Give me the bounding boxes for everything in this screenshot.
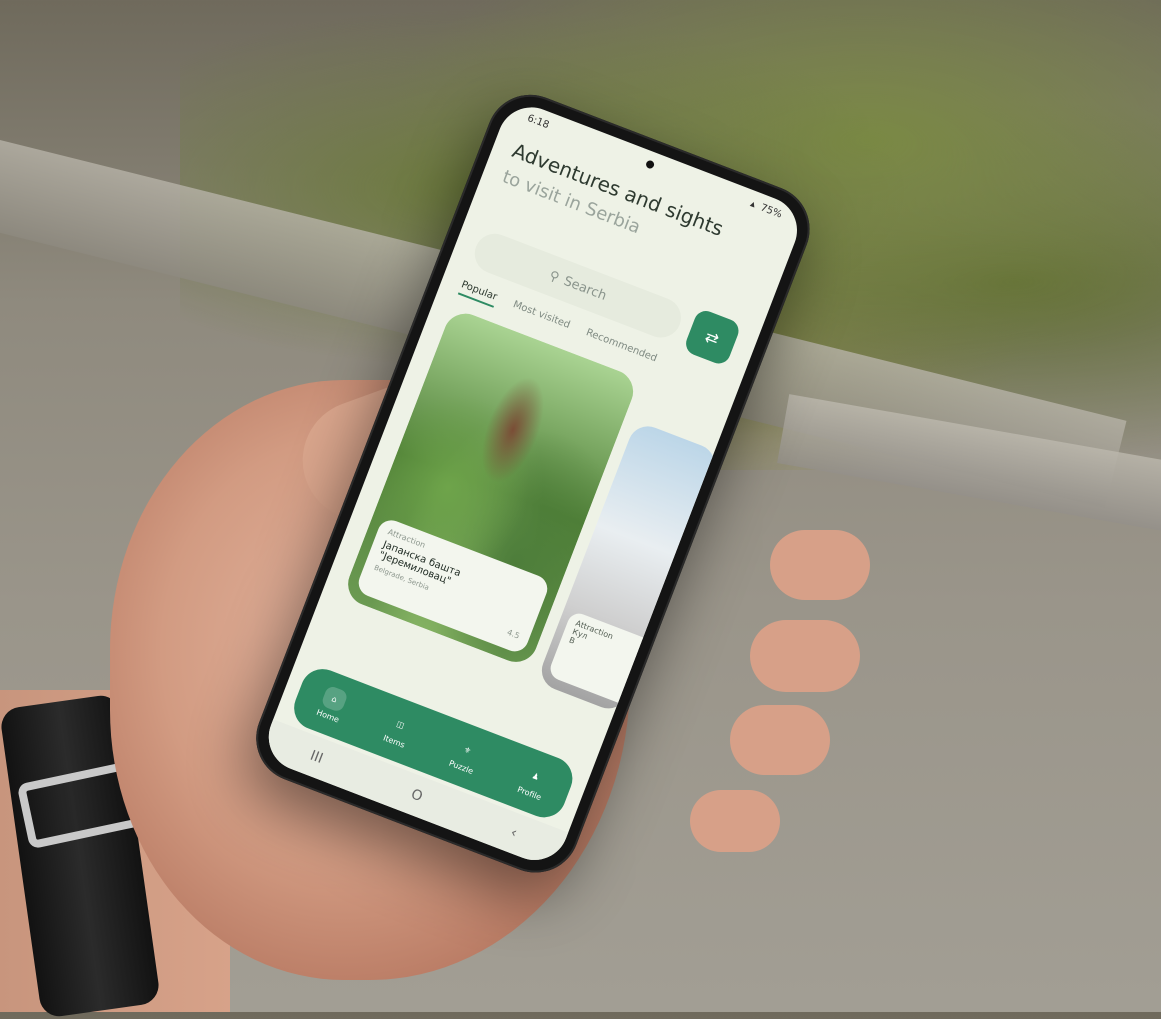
back-icon[interactable]: ‹: [508, 825, 519, 842]
inbox-icon: ◫: [395, 718, 406, 730]
home-icon: ⌂: [320, 684, 349, 714]
profile-icon: ♟: [530, 770, 541, 782]
status-time: 6:18: [525, 112, 551, 131]
battery-level: 75%: [758, 201, 784, 221]
nav-home[interactable]: ⌂ Home: [315, 684, 349, 725]
search-placeholder: Search: [561, 273, 609, 304]
card-info: Attraction Кул B: [547, 610, 687, 715]
nav-puzzle[interactable]: ⚜ Puzzle: [448, 735, 484, 775]
filter-icon: ⇄: [702, 325, 722, 349]
front-camera: [644, 159, 655, 170]
tab-most-visited[interactable]: Most visited: [510, 299, 571, 336]
nav-items[interactable]: ◫ Items: [382, 710, 415, 750]
search-icon: ⚲: [547, 267, 562, 286]
finger: [730, 705, 830, 775]
card-info: Attraction Јапанска башта "Јеремиловац" …: [354, 516, 552, 656]
tab-popular[interactable]: Popular: [457, 279, 499, 308]
puzzle-icon: ⚜: [462, 744, 473, 756]
finger: [690, 790, 780, 852]
nav-profile[interactable]: ♟ Profile: [516, 761, 551, 802]
card-rating: 4.5: [505, 627, 521, 641]
recents-button[interactable]: III: [308, 748, 325, 767]
signal-icon: ▴: [748, 197, 758, 211]
home-button[interactable]: O: [409, 786, 425, 805]
finger: [770, 530, 870, 600]
finger: [750, 620, 860, 692]
